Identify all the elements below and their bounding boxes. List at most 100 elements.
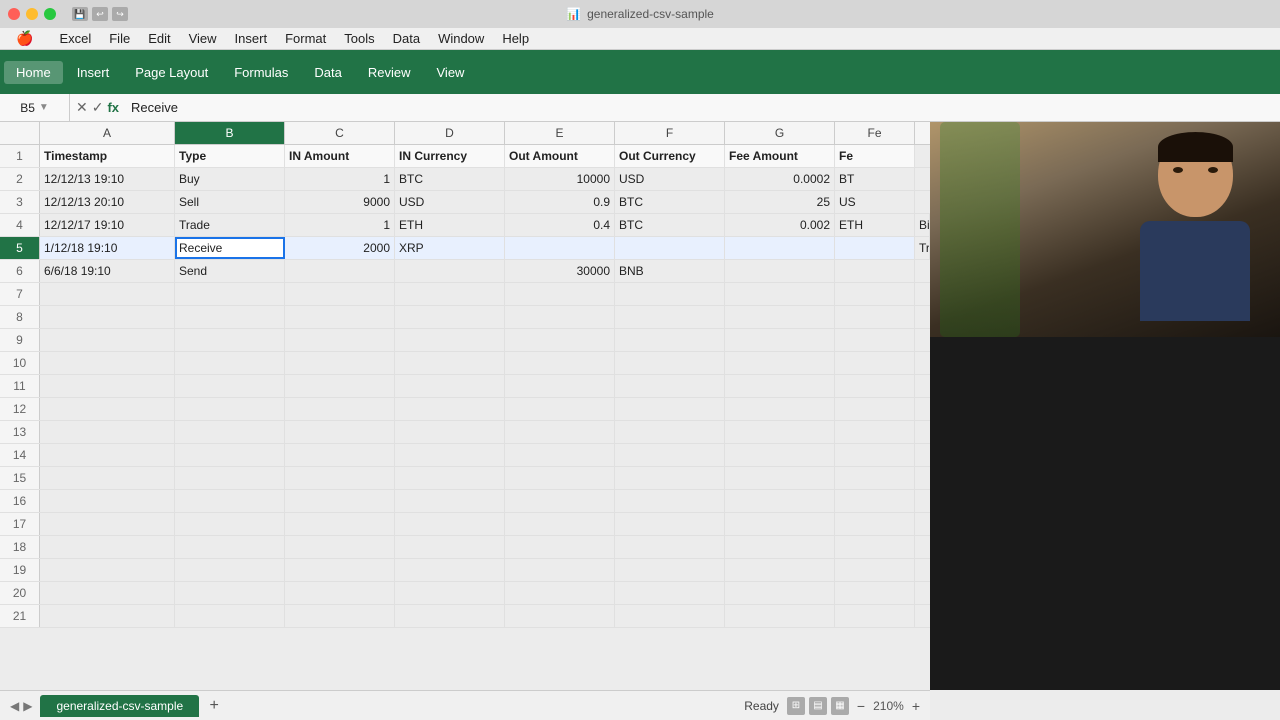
add-sheet-button[interactable]: + [203,695,225,717]
cell-a2[interactable]: 12/12/13 19:10 [40,168,175,190]
cell-f8[interactable] [615,306,725,328]
cell-e5[interactable] [505,237,615,259]
cell-c17[interactable] [285,513,395,535]
cell-g7[interactable] [725,283,835,305]
page-break-icon[interactable]: ▦ [831,697,849,715]
cell-b6[interactable]: Send [175,260,285,282]
row-number-9[interactable]: 9 [0,329,40,351]
cell-c3[interactable]: 9000 [285,191,395,213]
cell-ref-dropdown-icon[interactable]: ▼ [39,102,49,113]
tab-home[interactable]: Home [4,61,63,84]
cell-c19[interactable] [285,559,395,581]
cell-c12[interactable] [285,398,395,420]
row-number-20[interactable]: 20 [0,582,40,604]
cell-h17[interactable] [835,513,915,535]
cell-b20[interactable] [175,582,285,604]
sheet-tab-active[interactable]: generalized-csv-sample [40,695,199,717]
cell-h1[interactable]: Fe [835,145,915,167]
cell-c1[interactable]: IN Amount [285,145,395,167]
cell-d9[interactable] [395,329,505,351]
cell-g3[interactable]: 25 [725,191,835,213]
menu-view[interactable]: View [181,29,225,48]
cell-g19[interactable] [725,559,835,581]
cell-a17[interactable] [40,513,175,535]
cell-f6[interactable]: BNB [615,260,725,282]
prev-sheet-icon[interactable]: ◀ [10,699,19,713]
cell-g12[interactable] [725,398,835,420]
zoom-plus-icon[interactable]: + [912,698,920,714]
tab-insert[interactable]: Insert [65,61,122,84]
row-number-8[interactable]: 8 [0,306,40,328]
tab-data[interactable]: Data [302,61,353,84]
cell-f14[interactable] [615,444,725,466]
cell-g1[interactable]: Fee Amount [725,145,835,167]
cell-f21[interactable] [615,605,725,627]
cell-b8[interactable] [175,306,285,328]
cell-g11[interactable] [725,375,835,397]
cell-c8[interactable] [285,306,395,328]
cell-d3[interactable]: USD [395,191,505,213]
cell-d12[interactable] [395,398,505,420]
formula-input[interactable] [125,100,1280,115]
cell-d14[interactable] [395,444,505,466]
cell-e4[interactable]: 0.4 [505,214,615,236]
menu-file[interactable]: File [101,29,138,48]
row-number-18[interactable]: 18 [0,536,40,558]
cell-h8[interactable] [835,306,915,328]
cell-h16[interactable] [835,490,915,512]
cell-a13[interactable] [40,421,175,443]
cell-d19[interactable] [395,559,505,581]
cell-g15[interactable] [725,467,835,489]
col-header-c[interactable]: C [285,122,395,144]
cell-b5[interactable]: Receive [175,237,285,259]
cell-c10[interactable] [285,352,395,374]
cell-b10[interactable] [175,352,285,374]
cell-e12[interactable] [505,398,615,420]
cancel-formula-icon[interactable]: ✕ [76,99,88,116]
tab-page-layout[interactable]: Page Layout [123,61,220,84]
cell-d20[interactable] [395,582,505,604]
cell-h4[interactable]: ETH [835,214,915,236]
normal-view-icon[interactable]: ⊞ [787,697,805,715]
cell-f2[interactable]: USD [615,168,725,190]
cell-b15[interactable] [175,467,285,489]
cell-d2[interactable]: BTC [395,168,505,190]
cell-e15[interactable] [505,467,615,489]
row-number-13[interactable]: 13 [0,421,40,443]
cell-g8[interactable] [725,306,835,328]
menu-insert[interactable]: Insert [227,29,276,48]
cell-h6[interactable] [835,260,915,282]
cell-h10[interactable] [835,352,915,374]
cell-f5[interactable] [615,237,725,259]
row-number-11[interactable]: 11 [0,375,40,397]
cell-b1[interactable]: Type [175,145,285,167]
cell-b18[interactable] [175,536,285,558]
cell-h21[interactable] [835,605,915,627]
cell-c7[interactable] [285,283,395,305]
cell-g20[interactable] [725,582,835,604]
cell-d8[interactable] [395,306,505,328]
menu-excel[interactable]: Excel [51,29,99,48]
close-button[interactable] [8,8,20,20]
cell-g21[interactable] [725,605,835,627]
tab-formulas[interactable]: Formulas [222,61,300,84]
cell-f11[interactable] [615,375,725,397]
cell-d15[interactable] [395,467,505,489]
cell-b16[interactable] [175,490,285,512]
cell-b17[interactable] [175,513,285,535]
cell-e3[interactable]: 0.9 [505,191,615,213]
cell-h2[interactable]: BT [835,168,915,190]
insert-function-icon[interactable]: fx [107,100,119,115]
col-header-b[interactable]: B [175,122,285,144]
cell-a10[interactable] [40,352,175,374]
cell-a12[interactable] [40,398,175,420]
cell-c18[interactable] [285,536,395,558]
row-number-6[interactable]: 6 [0,260,40,282]
cell-e20[interactable] [505,582,615,604]
cell-c14[interactable] [285,444,395,466]
cell-b19[interactable] [175,559,285,581]
cell-e11[interactable] [505,375,615,397]
cell-g6[interactable] [725,260,835,282]
cell-a21[interactable] [40,605,175,627]
zoom-minus-icon[interactable]: − [857,698,865,714]
